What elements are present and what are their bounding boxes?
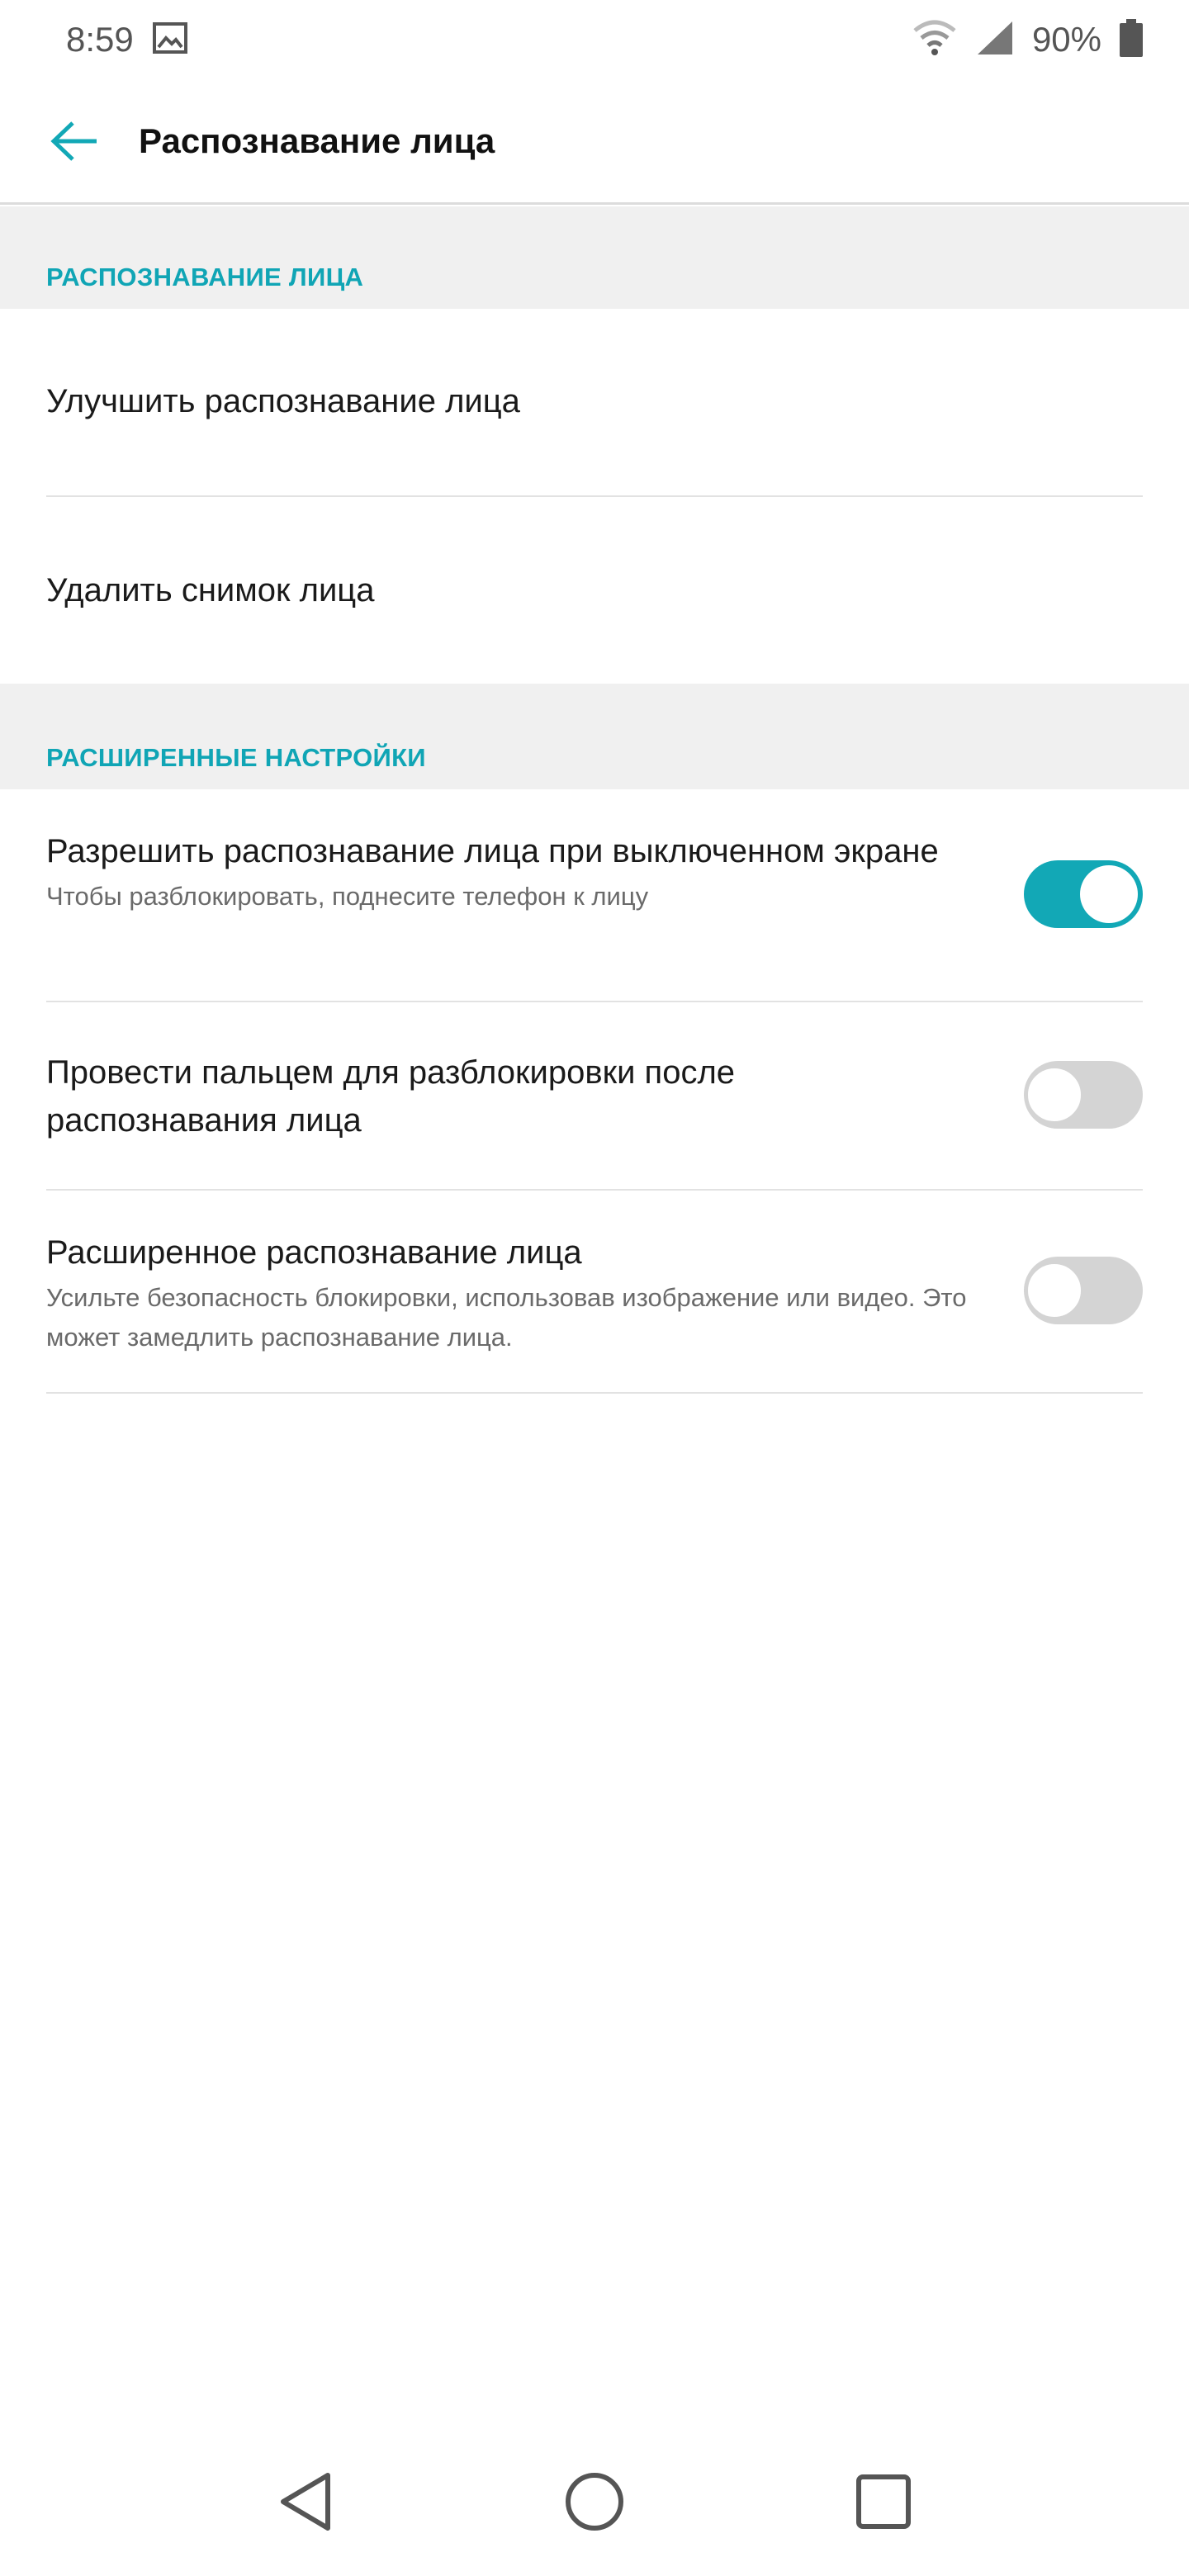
divider bbox=[46, 1392, 1143, 1394]
image-icon bbox=[152, 21, 188, 59]
nav-home-button[interactable] bbox=[557, 2465, 632, 2539]
nav-back-button[interactable] bbox=[268, 2465, 343, 2539]
swipe-to-unlock-toggle[interactable] bbox=[1024, 1061, 1143, 1129]
battery-icon bbox=[1120, 18, 1143, 61]
status-time: 8:59 bbox=[66, 20, 134, 59]
advanced-face-recognition-item[interactable]: Расширенное распознавание лица Усильте б… bbox=[0, 1191, 1189, 1392]
section-header-face-recognition: РАСПОЗНАВАНИЕ ЛИЦА bbox=[0, 206, 1189, 309]
app-bar: Распознавание лица bbox=[0, 79, 1189, 205]
toggle-knob bbox=[1026, 1262, 1083, 1319]
item-subtitle: Чтобы разблокировать, поднесите телефон … bbox=[46, 882, 649, 911]
battery-percent: 90% bbox=[1031, 20, 1101, 59]
status-bar: 8:59 90% bbox=[0, 0, 1189, 79]
item-subtitle: Усильте безопасность блокировки, использ… bbox=[46, 1283, 967, 1352]
section-header-advanced-settings: РАСШИРЕННЫЕ НАСТРОЙКИ bbox=[0, 684, 1189, 789]
signal-icon bbox=[976, 20, 1014, 60]
swipe-to-unlock-item[interactable]: Провести пальцем для разблокировки после… bbox=[0, 1002, 1189, 1189]
home-circle-icon bbox=[566, 2473, 623, 2531]
back-button[interactable] bbox=[30, 96, 121, 187]
item-title: Провести пальцем для разблокировки после… bbox=[46, 1054, 736, 1139]
toggle-knob bbox=[1026, 1066, 1083, 1124]
item-title: Удалить снимок лица bbox=[46, 572, 375, 608]
wifi-icon bbox=[912, 19, 958, 61]
toggle-knob bbox=[1080, 865, 1138, 923]
page-title: Распознавание лица bbox=[139, 121, 495, 160]
delete-face-snapshot-item[interactable]: Удалить снимок лица bbox=[0, 497, 1189, 684]
advanced-face-recognition-toggle[interactable] bbox=[1024, 1257, 1143, 1324]
back-arrow-icon bbox=[50, 121, 97, 161]
item-title: Расширенное распознавание лица bbox=[46, 1234, 582, 1271]
screen-off-recognition-item[interactable]: Разрешить распознавание лица при выключе… bbox=[0, 789, 1189, 1001]
item-title: Улучшить распознавание лица bbox=[46, 383, 520, 419]
navigation-bar bbox=[0, 2427, 1189, 2576]
recents-square-icon bbox=[856, 2474, 911, 2529]
improve-face-recognition-item[interactable]: Улучшить распознавание лица bbox=[0, 309, 1189, 494]
screen-off-recognition-toggle[interactable] bbox=[1024, 860, 1143, 928]
back-triangle-icon bbox=[281, 2473, 330, 2531]
nav-recents-button[interactable] bbox=[846, 2465, 921, 2539]
item-title: Разрешить распознавание лица при выключе… bbox=[46, 833, 939, 869]
